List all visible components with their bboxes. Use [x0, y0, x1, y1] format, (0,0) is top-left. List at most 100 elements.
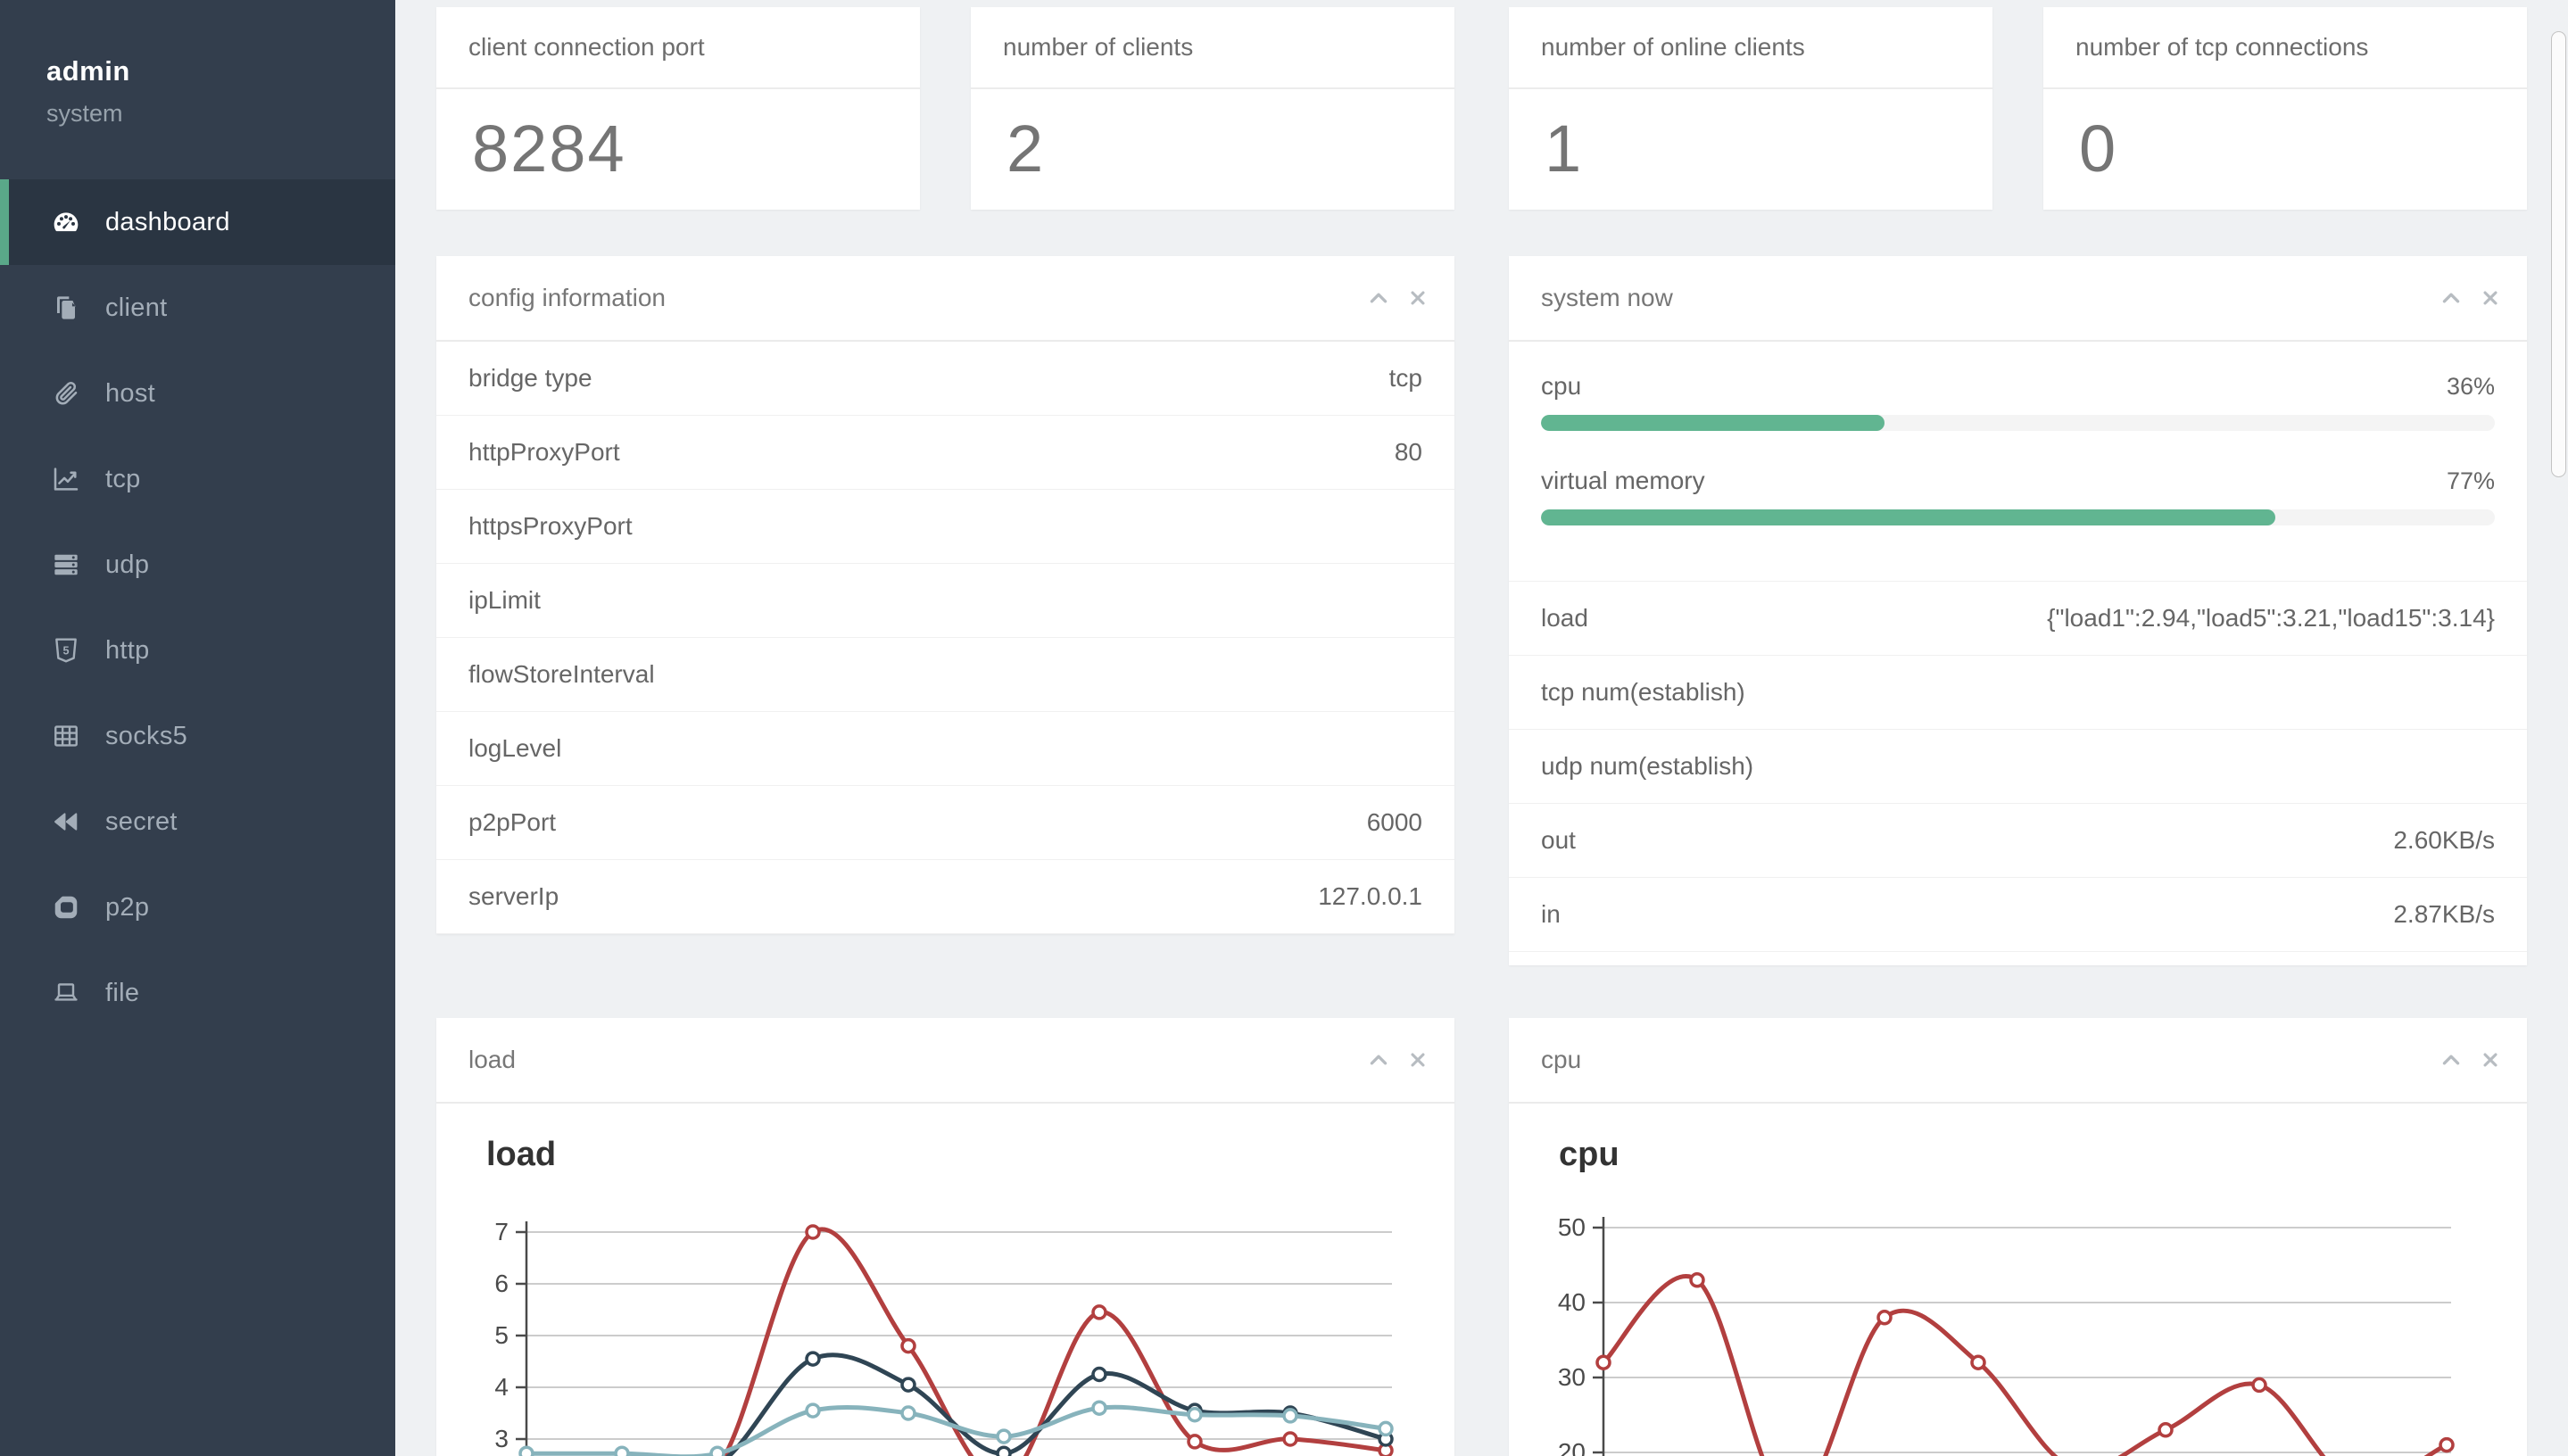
config-information-panel: config information bridge type tcp httpPr…: [436, 256, 1454, 934]
svg-text:6: 6: [494, 1270, 509, 1297]
sidebar-item-dashboard[interactable]: dashboard: [0, 179, 395, 265]
sidebar-item-host[interactable]: host: [0, 351, 395, 436]
progress-bar: [1541, 415, 2495, 431]
main-content: client connection port 8284 number of cl…: [395, 0, 2568, 1456]
config-value: tcp: [1388, 364, 1422, 392]
svg-text:7: 7: [494, 1218, 509, 1245]
close-icon[interactable]: [2481, 288, 2500, 308]
stat-card-client-connection-port: client connection port 8284: [436, 7, 920, 210]
paperclip-icon: [52, 379, 80, 408]
system-row: in 2.87KB/s: [1509, 878, 2527, 952]
sidebar-item-label: client: [105, 293, 168, 322]
svg-text:5: 5: [494, 1321, 509, 1349]
config-key: p2pPort: [468, 808, 557, 836]
config-row: bridge type tcp: [436, 342, 1454, 416]
stat-card-value: 0: [2079, 112, 2118, 186]
virtual-memory-gauge: virtual memory 77%: [1541, 467, 2495, 525]
system-row: load {"load1":2.94,"load5":3.21,"load15":…: [1509, 582, 2527, 656]
chart-title: cpu: [1559, 1136, 1619, 1173]
config-value: 80: [1394, 438, 1422, 466]
sidebar-item-label: p2p: [105, 892, 150, 922]
line-chart-icon: [52, 465, 80, 493]
copy-icon: [52, 294, 80, 322]
system-row: udp num(establish): [1509, 730, 2527, 804]
stat-card-value: 8284: [472, 112, 626, 186]
html5-shield-icon: 5: [52, 636, 80, 665]
sidebar-item-p2p[interactable]: p2p: [0, 864, 395, 950]
collapse-icon[interactable]: [2440, 1048, 2463, 1071]
collapse-icon[interactable]: [1367, 286, 1390, 310]
panel-tools: [2440, 1048, 2500, 1071]
close-icon[interactable]: [1408, 288, 1428, 308]
stat-card-value: 2: [1006, 112, 1046, 186]
config-row: flowStoreInterval: [436, 638, 1454, 712]
gauge-percent: 36%: [2446, 372, 2495, 400]
config-key: bridge type: [468, 364, 592, 392]
gauge-label: virtual memory: [1541, 467, 1705, 494]
gauge-percent: 77%: [2446, 467, 2495, 494]
panel-title: load: [468, 1046, 516, 1073]
cpu-line-chart-canvas: 50 40 30 20: [1558, 1213, 2455, 1456]
config-key: httpProxyPort: [468, 438, 620, 466]
system-value: 2.87KB/s: [2393, 900, 2495, 928]
config-key: serverIp: [468, 882, 559, 910]
sidebar-item-label: host: [105, 378, 156, 408]
system-row: tcp num(establish): [1509, 656, 2527, 730]
config-row: serverIp 127.0.0.1: [436, 860, 1454, 934]
stat-card-title: number of tcp connections: [2043, 7, 2527, 89]
sidebar-item-label: http: [105, 635, 150, 665]
laptop-icon: [52, 979, 80, 1007]
svg-text:4: 4: [494, 1373, 509, 1401]
sidebar-item-client[interactable]: client: [0, 265, 395, 351]
stat-card-number-of-tcp-connections: number of tcp connections 0: [2043, 7, 2527, 210]
gauge-label: cpu: [1541, 372, 1582, 400]
panel-title: config information: [468, 284, 667, 311]
config-key: logLevel: [468, 734, 562, 762]
right-column: number of online clients 1 number of tcp…: [1509, 7, 2527, 1456]
collapse-icon[interactable]: [1367, 1048, 1390, 1071]
sidebar-item-tcp[interactable]: tcp: [0, 436, 395, 522]
cpu-gauge: cpu 36%: [1541, 372, 2495, 431]
config-key: ipLimit: [468, 586, 541, 614]
system-key: tcp num(establish): [1541, 678, 1745, 706]
load-chart-panel: load load 7 6 5 4 3: [436, 1018, 1454, 1456]
sidebar: admin system dashboard client host tcp u…: [0, 0, 395, 1456]
sidebar-item-label: secret: [105, 807, 178, 836]
stat-card-title: number of clients: [971, 7, 1454, 89]
panel-title: cpu: [1541, 1046, 1582, 1073]
sidebar-item-socks5[interactable]: socks5: [0, 693, 395, 779]
system-gauges: cpu 36% virtual memory 77%: [1509, 342, 2527, 582]
sidebar-item-secret[interactable]: secret: [0, 779, 395, 864]
sidebar-item-udp[interactable]: udp: [0, 522, 395, 608]
system-value: 2.60KB/s: [2393, 826, 2495, 854]
config-value: 127.0.0.1: [1318, 882, 1422, 910]
panel-tools: [1367, 286, 1428, 310]
sidebar-item-label: socks5: [105, 721, 188, 750]
config-row: httpsProxyPort: [436, 490, 1454, 564]
sidebar-item-file[interactable]: file: [0, 950, 395, 1036]
config-row: httpProxyPort 80: [436, 416, 1454, 490]
svg-text:3: 3: [494, 1425, 509, 1452]
user-role: system: [46, 100, 123, 127]
system-value: {"load1":2.94,"load5":3.21,"load15":3.14…: [2047, 604, 2495, 632]
config-row: p2pPort 6000: [436, 786, 1454, 860]
system-now-panel: system now cpu 36% virtual memory 77% lo…: [1509, 256, 2527, 965]
config-row: ipLimit: [436, 564, 1454, 638]
sidebar-item-label: udp: [105, 550, 150, 579]
config-value: 6000: [1366, 808, 1422, 836]
close-icon[interactable]: [2481, 1050, 2500, 1070]
system-key: out: [1541, 826, 1576, 854]
left-column: client connection port 8284 number of cl…: [436, 7, 1454, 1456]
collapse-icon[interactable]: [2440, 286, 2463, 310]
system-row: out 2.60KB/s: [1509, 804, 2527, 878]
sidebar-item-http[interactable]: 5 http: [0, 608, 395, 693]
system-key: in: [1541, 900, 1561, 928]
table-grid-icon: [52, 722, 80, 750]
vertical-scrollbar-thumb[interactable]: [2551, 31, 2566, 477]
panel-header: cpu: [1509, 1018, 2527, 1104]
close-icon[interactable]: [1408, 1050, 1428, 1070]
load-line-chart-canvas: 7 6 5 4 3: [494, 1218, 1394, 1456]
panel-title: system now: [1541, 284, 1673, 311]
server-icon: [52, 550, 80, 579]
stat-card-title: number of online clients: [1509, 7, 1992, 89]
